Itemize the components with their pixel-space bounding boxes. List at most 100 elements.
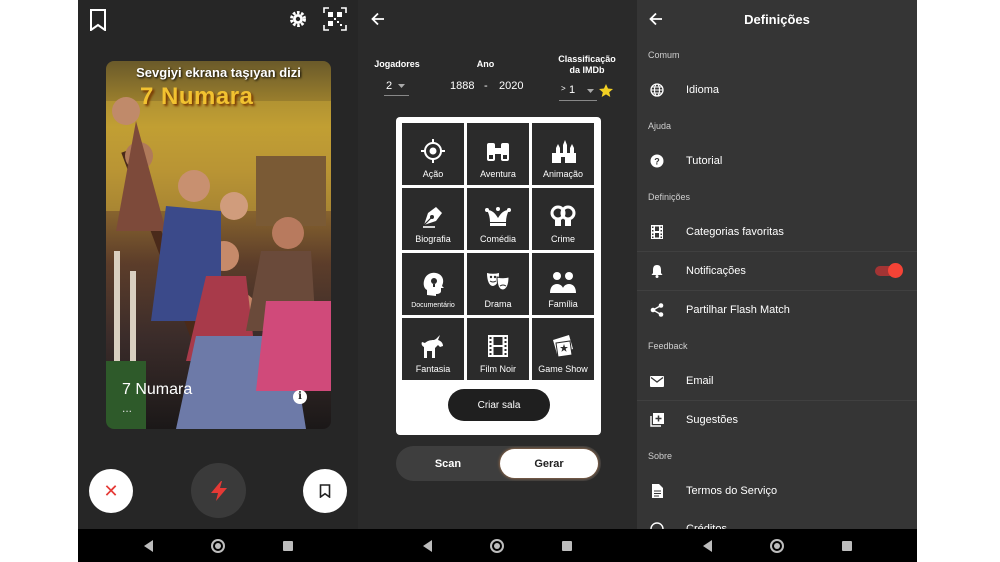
year-to[interactable]: 2020	[499, 80, 523, 92]
gear-icon[interactable]	[288, 9, 308, 34]
reject-button[interactable]: ✕	[89, 469, 133, 513]
match-button[interactable]	[191, 463, 246, 518]
jester-hat-icon	[485, 207, 511, 226]
save-button[interactable]	[303, 469, 347, 513]
genre-label: Animação	[542, 169, 584, 179]
bell-icon	[649, 263, 665, 279]
settings-item-email[interactable]: Email	[637, 362, 917, 400]
settings-item-termos[interactable]: Termos do Serviço	[637, 472, 917, 510]
notifications-toggle[interactable]	[875, 263, 903, 278]
settings-item-notificacoes[interactable]: Notificações	[637, 252, 917, 290]
nav-home-icon[interactable]	[210, 538, 225, 553]
year-label: Ano	[476, 59, 495, 69]
settings-screen: Definições Comum Idioma Ajuda ? Tutorial…	[637, 0, 917, 562]
genre-tile-animacao[interactable]: Animação	[532, 123, 594, 185]
unicorn-icon	[421, 335, 443, 358]
poster-logo: 7 Numara	[140, 83, 254, 110]
settings-item-tutorial[interactable]: ? Tutorial	[637, 142, 917, 180]
add-box-icon	[649, 412, 665, 428]
players-label: Jogadores	[374, 59, 420, 69]
genre-label: Biografia	[415, 234, 451, 244]
rating-value[interactable]: 1	[569, 84, 575, 96]
genre-tile-fantasia[interactable]: Fantasia	[402, 318, 464, 380]
genre-label: Film Noir	[480, 364, 516, 374]
settings-item-partilhar[interactable]: Partilhar Flash Match	[637, 291, 917, 329]
dropdown-arrow-icon	[398, 84, 405, 88]
genre-label: Drama	[484, 299, 512, 309]
share-icon	[649, 302, 665, 318]
nav-home-icon[interactable]	[490, 538, 504, 553]
movie-poster-card[interactable]: Sevgiyi ekrana taşıyan dizi 7 Numara 7 N…	[106, 61, 331, 429]
rating-prefix: >	[561, 84, 566, 93]
film-icon	[649, 224, 665, 240]
document-icon	[649, 483, 665, 499]
genre-tile-aventura[interactable]: Aventura	[467, 123, 529, 185]
genre-tile-drama[interactable]: Drama	[467, 253, 529, 315]
settings-item-label: Email	[686, 375, 714, 387]
genre-grid: Ação Aventura Animação Biografia Comédia…	[402, 123, 595, 380]
system-nav-bar	[78, 529, 358, 562]
genre-tile-crime[interactable]: Crime	[532, 188, 594, 250]
settings-item-label: Notificações	[686, 265, 746, 277]
year-from[interactable]: 1888	[450, 80, 474, 92]
star-icon	[599, 84, 613, 97]
back-arrow-icon[interactable]	[371, 12, 385, 31]
settings-item-idioma[interactable]: Idioma	[637, 71, 917, 109]
movie-subtitle: ...	[122, 401, 133, 415]
page-title: Definições	[744, 12, 810, 27]
nav-recents-icon[interactable]	[282, 540, 293, 551]
year-separator: -	[484, 80, 488, 92]
genre-label: Game Show	[538, 364, 588, 374]
nav-recents-icon[interactable]	[841, 540, 852, 551]
settings-item-label: Sugestões	[686, 414, 738, 426]
nav-home-icon[interactable]	[769, 538, 784, 553]
players-underline	[384, 95, 409, 96]
genre-tile-documentario[interactable]: Documentário	[402, 253, 464, 315]
genre-tile-game-show[interactable]: Game Show	[532, 318, 594, 380]
settings-item-label: Idioma	[686, 84, 720, 96]
genre-tile-biografia[interactable]: Biografia	[402, 188, 464, 250]
mail-icon	[649, 373, 665, 389]
players-value[interactable]: 2	[386, 80, 392, 92]
section-header-definicoes: Definições	[648, 192, 691, 202]
genre-label: Comédia	[479, 234, 517, 244]
genre-tile-film-noir[interactable]: Film Noir	[467, 318, 529, 380]
genre-tile-acao[interactable]: Ação	[402, 123, 464, 185]
genre-tile-comedia[interactable]: Comédia	[467, 188, 529, 250]
ticket-star-icon	[553, 335, 573, 358]
settings-item-categorias[interactable]: Categorias favoritas	[637, 213, 917, 251]
castle-icon	[552, 140, 576, 163]
head-bulb-icon	[423, 272, 444, 296]
poster-tagline: Sevgiyi ekrana taşıyan dizi	[136, 65, 301, 80]
settings-item-label: Categorias favoritas	[686, 226, 784, 238]
nav-back-icon[interactable]	[423, 539, 432, 552]
info-icon[interactable]: i	[293, 390, 307, 404]
system-nav-bar	[637, 529, 917, 562]
dropdown-arrow-icon	[587, 89, 594, 93]
settings-item-label: Termos do Serviço	[686, 485, 778, 497]
genre-tile-familia[interactable]: Família	[532, 253, 594, 315]
tab-generate[interactable]: Gerar	[500, 449, 598, 478]
qr-code-icon[interactable]	[323, 7, 347, 36]
section-header-comum: Comum	[648, 50, 680, 60]
nav-back-icon[interactable]	[702, 539, 712, 552]
genre-card: Ação Aventura Animação Biografia Comédia…	[396, 117, 601, 435]
rating-label-line2: da IMDb	[569, 65, 605, 75]
close-icon: ✕	[103, 480, 119, 501]
create-room-button[interactable]: Criar sala	[448, 389, 550, 421]
scan-generate-toggle: Scan Gerar	[396, 446, 601, 481]
section-header-sobre: Sobre	[648, 451, 673, 461]
nav-recents-icon[interactable]	[562, 540, 572, 551]
tab-scan[interactable]: Scan	[399, 449, 497, 478]
theater-masks-icon	[487, 273, 510, 291]
nav-back-icon[interactable]	[143, 539, 153, 552]
poster-artwork	[106, 97, 331, 429]
swipe-screen: Sevgiyi ekrana taşıyan dizi 7 Numara 7 N…	[78, 0, 358, 562]
svg-text:?: ?	[654, 157, 660, 167]
settings-item-sugestoes[interactable]: Sugestões	[637, 401, 917, 439]
bookmark-icon[interactable]	[89, 9, 107, 36]
movie-title: 7 Numara	[122, 381, 193, 398]
target-icon	[421, 139, 445, 163]
genre-label: Família	[548, 299, 578, 309]
pen-nib-icon	[423, 207, 442, 228]
